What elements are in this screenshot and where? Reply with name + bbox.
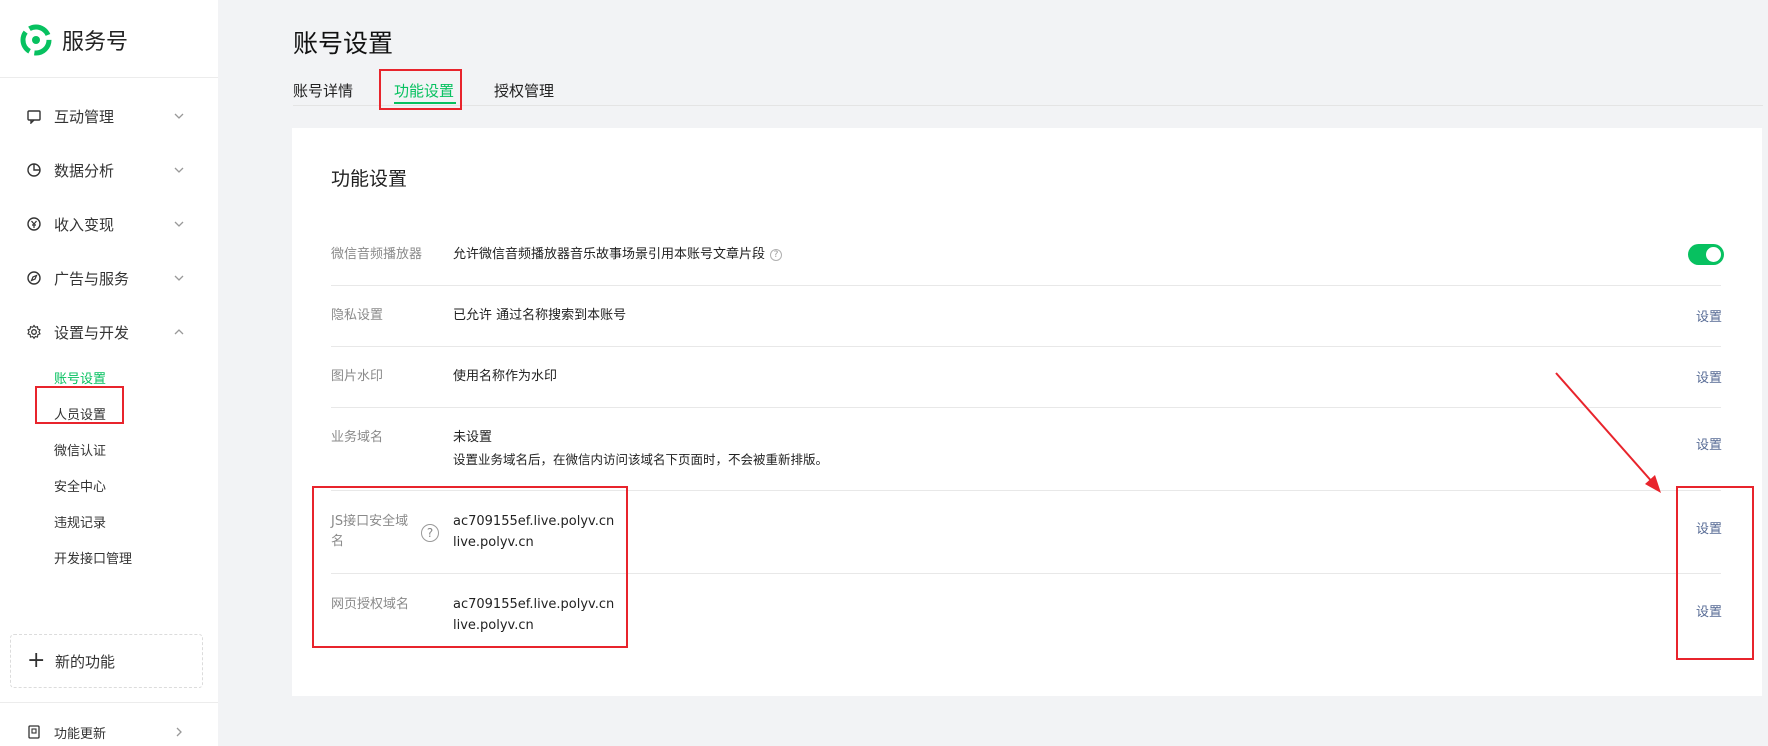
document-icon (26, 724, 42, 740)
row-label-business-domain: 业务域名 (331, 430, 384, 445)
sidebar-item-label: 广告与服务 (54, 269, 130, 288)
tab-bar: 账号详情 功能设置 授权管理 (293, 76, 1763, 106)
help-icon[interactable]: ? (770, 248, 783, 261)
gear-icon (26, 324, 42, 340)
row-value-audio-player: 允许微信音频播放器音乐故事场景引用本账号文章片段? (453, 244, 783, 266)
tab-authorization[interactable]: 授权管理 (494, 80, 554, 101)
sidebar-item-analytics[interactable]: 数据分析 (0, 150, 218, 190)
row-label-js-domain: JS接口安全域名 (331, 514, 409, 549)
row-divider (331, 346, 1721, 347)
toggle-knob (1706, 247, 1721, 262)
row-label-oauth-domain: 网页授权域名 (331, 597, 410, 612)
help-icon[interactable]: ? (421, 524, 439, 542)
tab-account-details[interactable]: 账号详情 (293, 80, 353, 101)
row-value-privacy: 已允许 通过名称搜索到本账号 (453, 308, 627, 323)
new-feature-button[interactable]: + 新的功能 (10, 634, 203, 688)
new-feature-label: 新的功能 (55, 652, 116, 671)
page-title: 账号设置 (293, 29, 394, 58)
row-label-watermark: 图片水印 (331, 369, 384, 384)
sidebar-item-label: 功能更新 (54, 726, 107, 742)
business-domain-settings-link[interactable]: 设置 (1696, 434, 1722, 453)
row-value-oauth-domain: ac709155ef.live.polyv.cn (453, 597, 615, 612)
row-label-privacy: 隐私设置 (331, 308, 384, 323)
sidebar-subitem-dev-api[interactable]: 开发接口管理 (54, 549, 132, 571)
chevron-down-icon (174, 221, 184, 227)
chevron-up-icon (174, 329, 184, 335)
pie-chart-icon (26, 162, 42, 178)
yen-icon (26, 216, 42, 232)
row-desc-business-domain: 设置业务域名后，在微信内访问该域名下页面时，不会被重新排版。 (453, 452, 829, 467)
sidebar-item-label: 设置与开发 (54, 323, 130, 342)
privacy-settings-link[interactable]: 设置 (1696, 306, 1722, 325)
sidebar-item-ads-services[interactable]: 广告与服务 (0, 258, 218, 298)
row-value-js-domain: ac709155ef.live.polyv.cn (453, 514, 615, 529)
sidebar: 服务号 互动管理 数据分析 收入变现 广告与服务 设置与开发 账号设置 人员设置… (0, 0, 218, 746)
row-value-js-domain-2: live.polyv.cn (453, 535, 534, 550)
row-divider (331, 573, 1721, 574)
chevron-down-icon (174, 113, 184, 119)
sidebar-item-label: 数据分析 (54, 161, 115, 180)
js-domain-settings-link[interactable]: 设置 (1696, 518, 1722, 537)
sidebar-item-interaction[interactable]: 互动管理 (0, 96, 218, 136)
row-divider (331, 490, 1721, 491)
row-value-watermark: 使用名称作为水印 (453, 369, 558, 384)
sidebar-subitem-wechat-verification[interactable]: 微信认证 (54, 441, 106, 463)
sidebar-divider (0, 702, 218, 703)
sidebar-item-feature-update[interactable]: 功能更新 (0, 712, 218, 746)
sidebar-subitem-violation-records[interactable]: 违规记录 (54, 513, 106, 535)
compass-icon (26, 270, 42, 286)
oauth-domain-settings-link[interactable]: 设置 (1696, 601, 1722, 620)
row-divider (331, 407, 1721, 408)
chat-icon (26, 108, 42, 124)
active-tab-indicator (394, 102, 456, 104)
brand[interactable]: 服务号 (20, 24, 128, 56)
row-divider (331, 285, 1721, 286)
audio-player-toggle[interactable] (1688, 244, 1724, 265)
chevron-down-icon (174, 275, 184, 281)
brand-name: 服务号 (62, 30, 129, 55)
row-value-oauth-domain-2: live.polyv.cn (453, 618, 534, 633)
sidebar-divider (0, 77, 218, 78)
sidebar-item-monetization[interactable]: 收入变现 (0, 204, 218, 244)
service-account-logo-icon (20, 24, 52, 56)
sidebar-item-settings-dev[interactable]: 设置与开发 (0, 312, 218, 352)
section-title: 功能设置 (331, 168, 408, 190)
plus-icon: + (27, 648, 46, 673)
sidebar-subitem-security-center[interactable]: 安全中心 (54, 477, 106, 499)
chevron-right-icon (176, 727, 182, 737)
row-value-business-domain: 未设置 (453, 430, 493, 445)
sidebar-item-label: 收入变现 (54, 215, 115, 234)
watermark-settings-link[interactable]: 设置 (1696, 367, 1722, 386)
row-value-text: 允许微信音频播放器音乐故事场景引用本账号文章片段 (453, 247, 766, 262)
sidebar-item-label: 互动管理 (54, 107, 115, 126)
sidebar-subitem-staff-settings[interactable]: 人员设置 (54, 405, 106, 427)
chevron-down-icon (174, 167, 184, 173)
sidebar-subitem-account-settings[interactable]: 账号设置 (54, 369, 106, 391)
row-label-audio-player: 微信音频播放器 (331, 247, 423, 262)
tab-feature-settings[interactable]: 功能设置 (394, 80, 454, 101)
